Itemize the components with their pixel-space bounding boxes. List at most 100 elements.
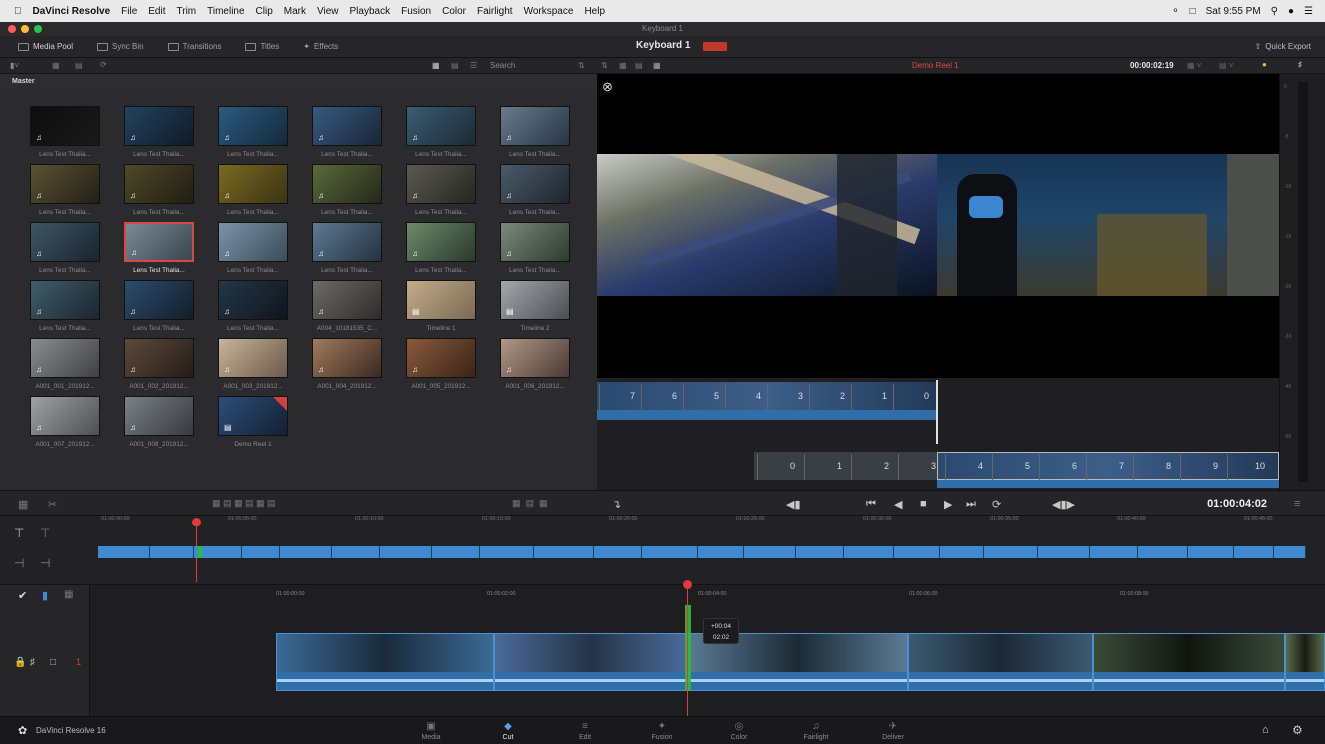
upper-timeline-clip[interactable] (894, 546, 940, 558)
media-clip[interactable]: ♫ A001_006_201912... (500, 338, 570, 390)
media-clip[interactable]: ♫ Lens Test Thalia... (218, 106, 288, 158)
media-clip[interactable]: ♫ Lens Test Thalia... (500, 106, 570, 158)
filmstrip-frame[interactable]: 1 (804, 454, 848, 480)
page-tab-cut[interactable]: ◆ Cut (488, 721, 528, 741)
page-tab-deliver[interactable]: ✈ Deliver (873, 721, 913, 741)
media-clip[interactable]: ♫ A001_001_201912... (30, 338, 100, 390)
upper-timeline-clip[interactable] (432, 546, 480, 558)
filmstrip-frame[interactable]: 0 (757, 454, 801, 480)
flag-icon[interactable]: ▦ (64, 589, 73, 600)
upper-timeline-clip[interactable] (1090, 546, 1138, 558)
upper-timeline-clip[interactable] (242, 546, 280, 558)
upper-timeline-clip[interactable] (280, 546, 332, 558)
upper-timeline-clip[interactable] (1188, 546, 1234, 558)
upper-timeline-clip[interactable] (796, 546, 844, 558)
menubar-clock[interactable]: Sat 9:55 PM (1206, 6, 1261, 17)
media-clip[interactable]: ♫ Lens Test Thalia... (500, 164, 570, 216)
media-clip[interactable]: ♫ A001_004_201912... (312, 338, 382, 390)
media-clip[interactable]: ♫ Lens Test Thalia... (124, 280, 194, 332)
media-clip[interactable]: ♫ Lens Test Thalia... (218, 164, 288, 216)
effects-button[interactable]: ✦ Effects (297, 39, 344, 55)
upper-timeline-clip[interactable] (1234, 546, 1274, 558)
filmstrip-frame[interactable]: 2 (809, 384, 851, 410)
filmstrip-frame[interactable]: 6 (1039, 454, 1083, 480)
lower-timeline[interactable]: ✔ ▮ ▦ 🔒 ♯ □ 1 01:00:00:00 01:00:02:00 01:0… (0, 584, 1325, 717)
timeline-view-icon[interactable]: ▦ (653, 61, 661, 70)
menu-view[interactable]: View (317, 6, 339, 17)
spotlight-search-icon[interactable]: ⚲ (1271, 6, 1278, 17)
upper-timeline-clip[interactable] (1274, 546, 1306, 558)
filmstrip-frame[interactable]: 0 (893, 384, 935, 410)
upper-timeline-clip[interactable] (380, 546, 432, 558)
snap-icon[interactable]: ⊤ (40, 526, 50, 540)
media-clip[interactable]: ♫ Lens Test Thalia... (30, 280, 100, 332)
upper-timeline-clip[interactable] (642, 546, 698, 558)
lower-timeline-playhead[interactable] (687, 584, 688, 716)
media-clip[interactable]: ♫ Lens Test Thalia... (500, 222, 570, 274)
source-tape-icon[interactable]: ▤ (635, 61, 643, 70)
upper-timeline-clip[interactable] (698, 546, 744, 558)
media-clip[interactable]: ♫ Lens Test Thalia... (30, 106, 100, 158)
media-clip[interactable]: ♫ Lens Test Thalia... (406, 106, 476, 158)
siri-icon[interactable]: ● (1288, 6, 1294, 17)
upper-playhead-marker[interactable] (192, 518, 201, 526)
close-window-button[interactable] (8, 25, 16, 33)
media-clip[interactable]: ♫ A004_10181535_C... (312, 280, 382, 332)
menu-clip[interactable]: Clip (256, 6, 273, 17)
media-clip[interactable]: ♫ Lens Test Thalia... (30, 164, 100, 216)
media-clip[interactable]: ♫ Lens Test Thalia... (30, 222, 100, 274)
filmstrip-frame[interactable]: 9 (1180, 454, 1224, 480)
viewer-zoom-dropdown[interactable]: ▦ ˅ (1187, 61, 1201, 70)
media-clip[interactable]: ♫ A001_003_201912... (218, 338, 288, 390)
filmstrip-frame[interactable]: 7 (599, 384, 641, 410)
quick-export-button[interactable]: ⇧ Quick Export (1249, 39, 1318, 55)
match-frame-icon[interactable]: ↴ (612, 498, 621, 511)
filmstrip-frame[interactable]: 4 (725, 384, 767, 410)
lower-timeline-ruler[interactable]: 01:00:00:00 01:00:02:00 01:00:04:00 01:00:0… (90, 585, 1325, 607)
page-tab-media[interactable]: ▣ Media (411, 721, 451, 741)
filmstrip-frame[interactable]: 5 (683, 384, 725, 410)
media-pool-button[interactable]: Media Pool (12, 39, 79, 55)
menu-fairlight[interactable]: Fairlight (477, 6, 513, 17)
upper-timeline-clip[interactable] (332, 546, 380, 558)
timeline-clip[interactable] (494, 633, 688, 691)
zoom-window-button[interactable] (34, 25, 42, 33)
media-clip[interactable]: ♫ Lens Test Thalia... (406, 222, 476, 274)
timeline-options-icon[interactable]: ▦ (18, 498, 28, 511)
upper-timeline-clip[interactable] (98, 546, 150, 558)
upper-timeline-clip[interactable] (150, 546, 194, 558)
wifi-icon[interactable]: ⚬ (1171, 6, 1179, 17)
go-to-end-icon[interactable]: ⏭ (966, 498, 976, 511)
app-menu[interactable]: DaVinci Resolve (33, 6, 111, 17)
refresh-icon[interactable]: ⟳ (100, 60, 107, 69)
upper-timeline-clip[interactable] (480, 546, 534, 558)
media-clip[interactable]: ♫ Lens Test Thalia... (124, 222, 194, 274)
media-clip[interactable]: ▤ Demo Reel 1 (218, 396, 288, 448)
upper-timeline-clip[interactable] (1138, 546, 1188, 558)
search-label[interactable]: Search (490, 61, 515, 70)
media-clip[interactable]: ♫ Lens Test Thalia... (312, 222, 382, 274)
filmstrip-frame[interactable]: 6 (641, 384, 683, 410)
trim-tool-icon[interactable]: ⊤ (14, 526, 24, 540)
volume-icon[interactable]: ♯ (1298, 60, 1302, 69)
prev-edit-icon[interactable]: ◀▮ (786, 498, 801, 511)
menu-mark[interactable]: Mark (284, 6, 306, 17)
timeline-clip[interactable] (1093, 633, 1285, 691)
menu-help[interactable]: Help (584, 6, 605, 17)
menu-color[interactable]: Color (442, 6, 466, 17)
media-clip[interactable]: ♫ A001_002_201912... (124, 338, 194, 390)
home-icon[interactable]: ⌂ (1262, 724, 1269, 736)
page-tab-fusion[interactable]: ✦ Fusion (642, 721, 682, 741)
close-viewer-icon[interactable]: ⊗ (602, 79, 613, 95)
filmstrip-frame[interactable]: 2 (851, 454, 895, 480)
media-clip[interactable]: ♫ Lens Test Thalia... (218, 222, 288, 274)
track-lock-icon[interactable]: ⊣ (14, 556, 24, 570)
lower-playhead-marker[interactable] (683, 580, 692, 589)
menu-fusion[interactable]: Fusion (401, 6, 431, 17)
options-menu-icon[interactable]: ≡ (1294, 498, 1300, 510)
filmstrip-frame[interactable]: 1 (851, 384, 893, 410)
sort-icon-viewer[interactable]: ⇅ (601, 61, 608, 70)
menu-timeline[interactable]: Timeline (207, 6, 244, 17)
notification-center-icon[interactable]: ☰ (1304, 6, 1313, 17)
sort-icon[interactable]: ⇅ (578, 61, 585, 70)
